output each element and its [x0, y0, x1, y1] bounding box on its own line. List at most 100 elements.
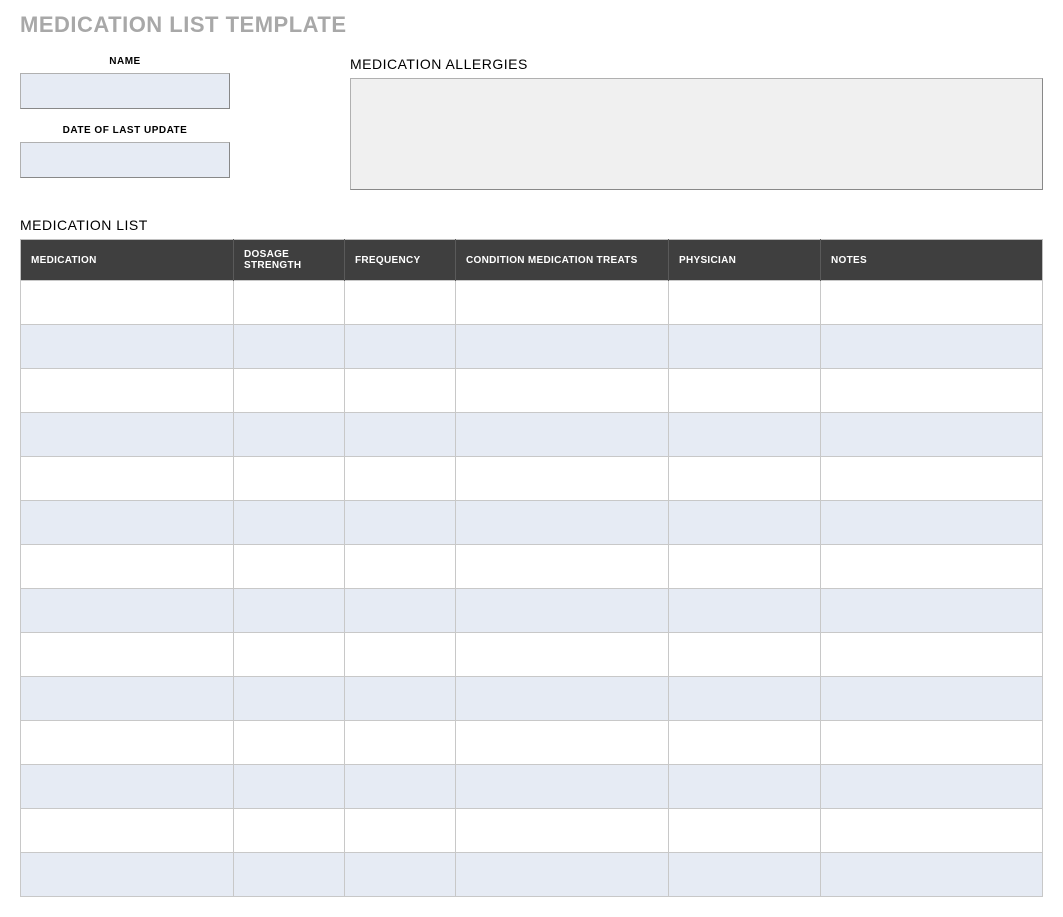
cell-condition[interactable] [456, 501, 669, 545]
cell-notes[interactable] [821, 677, 1043, 721]
col-header-dosage: DOSAGE STRENGTH [234, 240, 345, 281]
table-row [21, 369, 1043, 413]
cell-condition[interactable] [456, 369, 669, 413]
cell-medication[interactable] [21, 369, 234, 413]
cell-frequency[interactable] [345, 413, 456, 457]
cell-notes[interactable] [821, 501, 1043, 545]
cell-physician[interactable] [669, 765, 821, 809]
cell-condition[interactable] [456, 809, 669, 853]
cell-dosage[interactable] [234, 721, 345, 765]
cell-medication[interactable] [21, 853, 234, 897]
cell-medication[interactable] [21, 765, 234, 809]
cell-condition[interactable] [456, 281, 669, 325]
cell-medication[interactable] [21, 545, 234, 589]
cell-condition[interactable] [456, 633, 669, 677]
date-input[interactable] [20, 142, 230, 178]
table-row [21, 677, 1043, 721]
cell-notes[interactable] [821, 325, 1043, 369]
cell-notes[interactable] [821, 281, 1043, 325]
cell-physician[interactable] [669, 721, 821, 765]
cell-frequency[interactable] [345, 589, 456, 633]
cell-physician[interactable] [669, 325, 821, 369]
cell-dosage[interactable] [234, 765, 345, 809]
cell-dosage[interactable] [234, 633, 345, 677]
col-header-frequency: FREQUENCY [345, 240, 456, 281]
cell-condition[interactable] [456, 325, 669, 369]
cell-dosage[interactable] [234, 545, 345, 589]
table-row [21, 721, 1043, 765]
cell-notes[interactable] [821, 809, 1043, 853]
cell-physician[interactable] [669, 413, 821, 457]
cell-condition[interactable] [456, 677, 669, 721]
cell-notes[interactable] [821, 633, 1043, 677]
cell-condition[interactable] [456, 721, 669, 765]
cell-medication[interactable] [21, 677, 234, 721]
cell-frequency[interactable] [345, 545, 456, 589]
cell-condition[interactable] [456, 413, 669, 457]
cell-condition[interactable] [456, 589, 669, 633]
cell-dosage[interactable] [234, 853, 345, 897]
table-row [21, 545, 1043, 589]
cell-medication[interactable] [21, 325, 234, 369]
cell-medication[interactable] [21, 413, 234, 457]
cell-physician[interactable] [669, 809, 821, 853]
cell-frequency[interactable] [345, 721, 456, 765]
page-title: MEDICATION LIST TEMPLATE [20, 12, 1043, 38]
cell-dosage[interactable] [234, 589, 345, 633]
cell-frequency[interactable] [345, 501, 456, 545]
name-input[interactable] [20, 73, 230, 109]
cell-medication[interactable] [21, 501, 234, 545]
cell-frequency[interactable] [345, 853, 456, 897]
cell-dosage[interactable] [234, 677, 345, 721]
cell-medication[interactable] [21, 281, 234, 325]
cell-dosage[interactable] [234, 501, 345, 545]
cell-physician[interactable] [669, 853, 821, 897]
cell-condition[interactable] [456, 545, 669, 589]
cell-physician[interactable] [669, 677, 821, 721]
cell-physician[interactable] [669, 545, 821, 589]
cell-frequency[interactable] [345, 457, 456, 501]
cell-medication[interactable] [21, 457, 234, 501]
cell-medication[interactable] [21, 589, 234, 633]
cell-notes[interactable] [821, 721, 1043, 765]
cell-dosage[interactable] [234, 369, 345, 413]
cell-frequency[interactable] [345, 325, 456, 369]
cell-dosage[interactable] [234, 281, 345, 325]
cell-frequency[interactable] [345, 369, 456, 413]
cell-dosage[interactable] [234, 809, 345, 853]
cell-medication[interactable] [21, 721, 234, 765]
cell-physician[interactable] [669, 369, 821, 413]
allergies-label: MEDICATION ALLERGIES [350, 56, 1043, 72]
cell-frequency[interactable] [345, 281, 456, 325]
cell-condition[interactable] [456, 765, 669, 809]
cell-dosage[interactable] [234, 457, 345, 501]
cell-notes[interactable] [821, 545, 1043, 589]
allergies-input[interactable] [350, 78, 1043, 190]
cell-frequency[interactable] [345, 809, 456, 853]
cell-notes[interactable] [821, 413, 1043, 457]
cell-dosage[interactable] [234, 413, 345, 457]
medication-table: MEDICATION DOSAGE STRENGTH FREQUENCY CON… [20, 239, 1043, 897]
cell-physician[interactable] [669, 281, 821, 325]
col-header-physician: PHYSICIAN [669, 240, 821, 281]
cell-medication[interactable] [21, 809, 234, 853]
cell-dosage[interactable] [234, 325, 345, 369]
cell-notes[interactable] [821, 589, 1043, 633]
cell-frequency[interactable] [345, 677, 456, 721]
cell-condition[interactable] [456, 457, 669, 501]
medication-list-label: MEDICATION LIST [20, 217, 1043, 233]
cell-notes[interactable] [821, 853, 1043, 897]
cell-medication[interactable] [21, 633, 234, 677]
left-column: NAME DATE OF LAST UPDATE [20, 56, 350, 195]
cell-physician[interactable] [669, 501, 821, 545]
right-column: MEDICATION ALLERGIES [350, 56, 1043, 195]
cell-notes[interactable] [821, 765, 1043, 809]
cell-physician[interactable] [669, 589, 821, 633]
cell-notes[interactable] [821, 457, 1043, 501]
cell-notes[interactable] [821, 369, 1043, 413]
cell-frequency[interactable] [345, 765, 456, 809]
cell-physician[interactable] [669, 457, 821, 501]
cell-condition[interactable] [456, 853, 669, 897]
cell-physician[interactable] [669, 633, 821, 677]
cell-frequency[interactable] [345, 633, 456, 677]
